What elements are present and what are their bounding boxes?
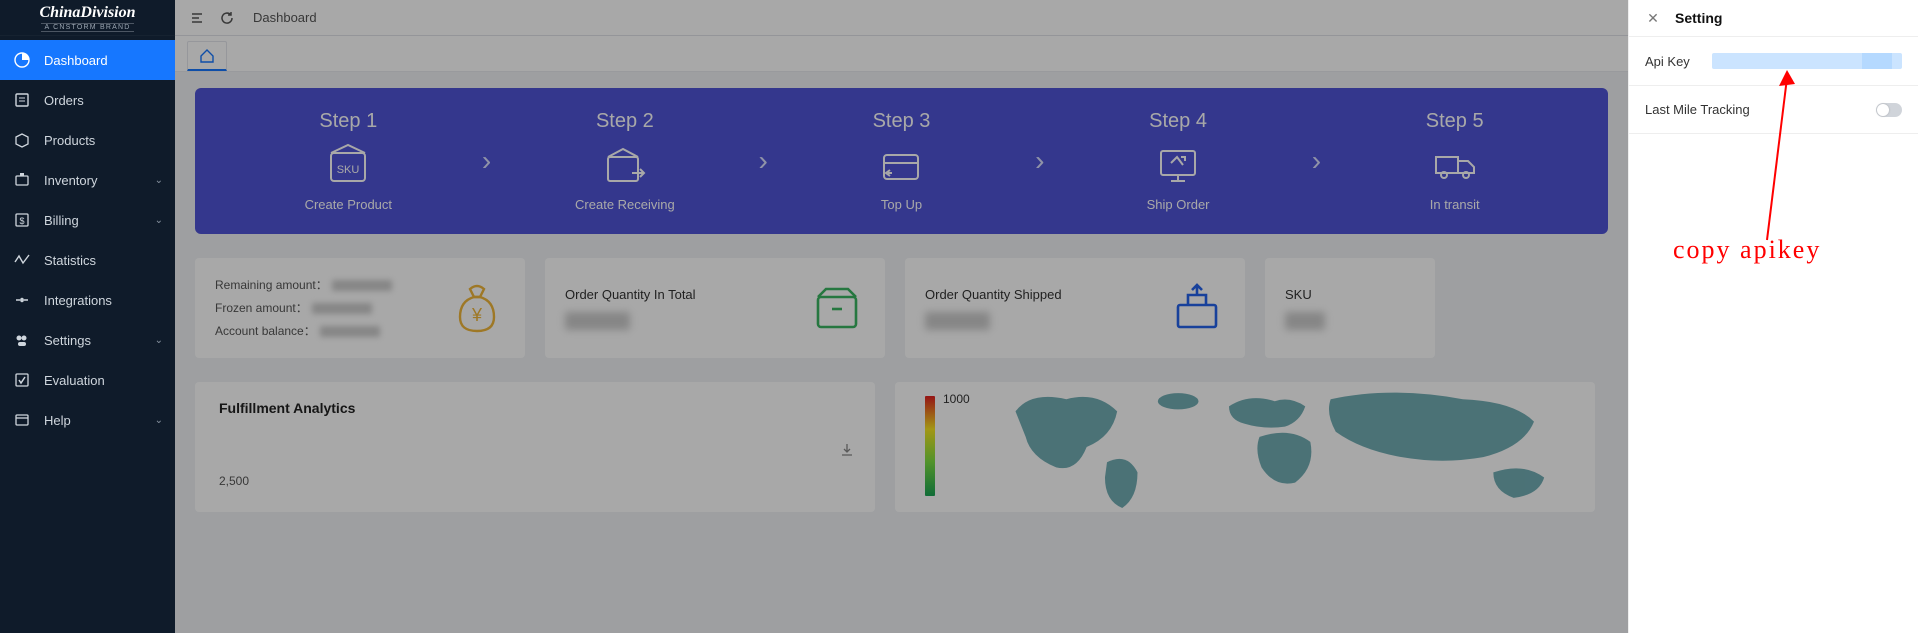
- brand-logo: ChinaDivision A CNSTORM BRAND: [0, 0, 175, 36]
- modal-backdrop[interactable]: [175, 0, 1628, 633]
- billing-icon: $: [14, 212, 30, 228]
- integrations-icon: [14, 292, 30, 308]
- sidebar-item-label: Settings: [44, 333, 91, 348]
- sidebar-item-label: Evaluation: [44, 373, 105, 388]
- sidebar-item-label: Products: [44, 133, 95, 148]
- sidebar-item-settings[interactable]: Settings ⌄: [0, 320, 175, 360]
- sidebar-item-evaluation[interactable]: Evaluation: [0, 360, 175, 400]
- chevron-down-icon: ⌄: [155, 215, 163, 226]
- close-icon[interactable]: ✕: [1645, 10, 1661, 26]
- sidebar-item-label: Orders: [44, 93, 84, 108]
- panel-row-apikey: Api Key: [1629, 37, 1918, 86]
- chevron-down-icon: ⌄: [155, 175, 163, 186]
- sidebar: ChinaDivision A CNSTORM BRAND Dashboard …: [0, 0, 175, 633]
- sidebar-item-dashboard[interactable]: Dashboard: [0, 40, 175, 80]
- sidebar-item-products[interactable]: Products: [0, 120, 175, 160]
- sidebar-item-label: Help: [44, 413, 71, 428]
- sidebar-item-label: Billing: [44, 213, 79, 228]
- help-icon: [14, 412, 30, 428]
- panel-title: Setting: [1675, 10, 1722, 26]
- tracking-toggle[interactable]: [1876, 103, 1902, 117]
- settings-panel: ✕ Setting Api Key Last Mile Tracking cop…: [1628, 0, 1918, 633]
- svg-text:$: $: [19, 216, 24, 226]
- sidebar-item-orders[interactable]: Orders: [0, 80, 175, 120]
- main-area: Dashboard Step 1 SKU Create Product › St…: [175, 0, 1628, 633]
- statistics-icon: [14, 252, 30, 268]
- chevron-down-icon: ⌄: [155, 415, 163, 426]
- orders-icon: [14, 92, 30, 108]
- products-icon: [14, 132, 30, 148]
- chevron-down-icon: ⌄: [155, 335, 163, 346]
- inventory-icon: [14, 172, 30, 188]
- settings-icon: [14, 332, 30, 348]
- sidebar-item-help[interactable]: Help ⌄: [0, 400, 175, 440]
- sidebar-item-statistics[interactable]: Statistics: [0, 240, 175, 280]
- brand-name: ChinaDivision: [39, 4, 135, 22]
- sidebar-item-billing[interactable]: $ Billing ⌄: [0, 200, 175, 240]
- panel-header: ✕ Setting: [1629, 0, 1918, 37]
- panel-row-tracking: Last Mile Tracking: [1629, 86, 1918, 134]
- sidebar-item-integrations[interactable]: Integrations: [0, 280, 175, 320]
- sidebar-item-label: Dashboard: [44, 53, 108, 68]
- annotation-text: copy apikey: [1673, 235, 1821, 265]
- sidebar-item-label: Statistics: [44, 253, 96, 268]
- tracking-label: Last Mile Tracking: [1645, 102, 1750, 117]
- sidebar-item-label: Integrations: [44, 293, 112, 308]
- dashboard-icon: [14, 52, 30, 68]
- api-key-value[interactable]: [1712, 53, 1902, 69]
- sidebar-nav: Dashboard Orders Products Inventory ⌄ $ …: [0, 36, 175, 633]
- evaluation-icon: [14, 372, 30, 388]
- api-key-label: Api Key: [1645, 54, 1690, 69]
- sidebar-item-inventory[interactable]: Inventory ⌄: [0, 160, 175, 200]
- brand-subtitle: A CNSTORM BRAND: [41, 23, 135, 32]
- sidebar-item-label: Inventory: [44, 173, 97, 188]
